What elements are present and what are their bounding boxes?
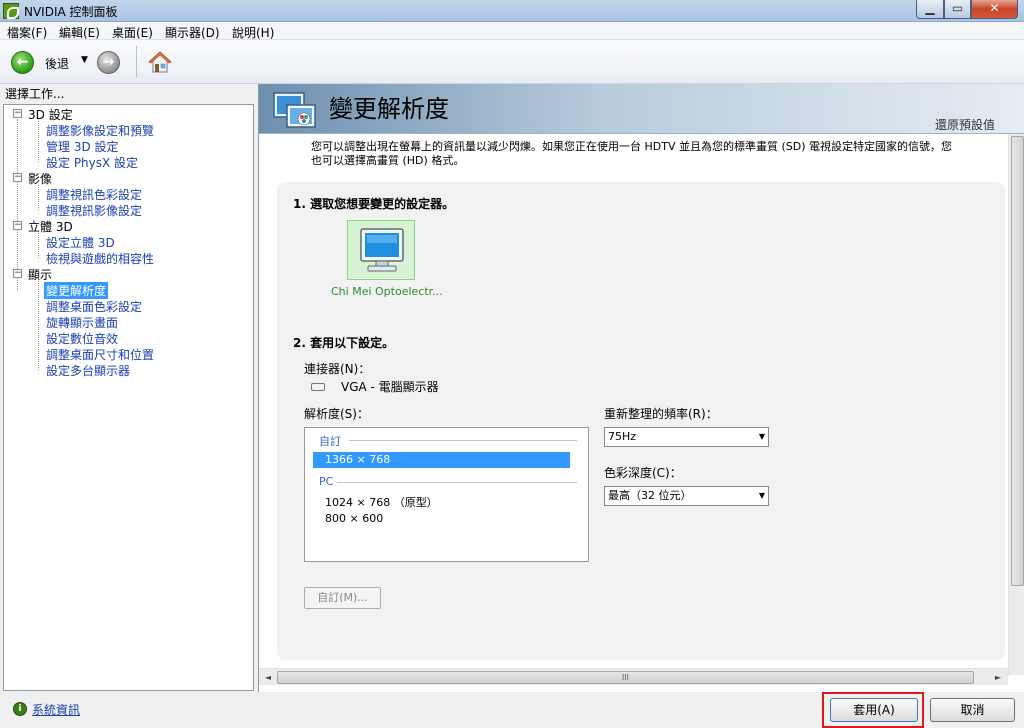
- back-arrow-icon[interactable]: ←: [11, 51, 34, 74]
- toolbar-separator: [136, 46, 137, 78]
- custom-resolution-button[interactable]: 自訂(M)...: [304, 587, 381, 609]
- refresh-rate-label: 重新整理的頻率(R)：: [604, 407, 718, 421]
- toolbar: ← 後退 ▼ →: [0, 40, 1024, 84]
- menu-desktop[interactable]: 桌面(E): [112, 24, 153, 41]
- tree-item-desktop-size[interactable]: 調整桌面尺寸和位置: [46, 346, 154, 363]
- resolution-listbox[interactable]: 自訂 1366 × 768 PC 1024 × 768 （原型） 800 × 6…: [304, 427, 589, 562]
- title-bar: NVIDIA 控制面板 ▁ ▭ ✕: [0, 0, 1024, 22]
- group-header-custom: 自訂: [319, 435, 341, 448]
- tree-item-desktop-color[interactable]: 調整桌面色彩設定: [46, 298, 142, 315]
- content-pane: 變更解析度 還原預設值 您可以調整出現在螢幕上的資訊量以減少閃爍。如果您正在使用…: [258, 84, 1024, 692]
- display-name-label[interactable]: Chi Mei Optoelectr...: [331, 285, 443, 298]
- page-banner: 變更解析度 還原預設值: [259, 84, 1024, 134]
- tree-category-3d-settings[interactable]: 3D 設定: [28, 106, 73, 123]
- tree-item-change-resolution[interactable]: 變更解析度: [44, 282, 109, 299]
- minimize-button[interactable]: ▁: [916, 0, 944, 19]
- display-tile[interactable]: [347, 220, 415, 280]
- tree-item-video-color[interactable]: 調整視訊色彩設定: [46, 186, 142, 203]
- tree-item-game-compat[interactable]: 檢視與遊戲的相容性: [46, 250, 154, 267]
- tree-trunk: [17, 119, 18, 291]
- horizontal-scrollbar[interactable]: ◄ III ►: [259, 668, 1008, 685]
- tree-branch: [38, 121, 39, 162]
- resolution-option[interactable]: 1366 × 768: [313, 452, 570, 468]
- menu-edit[interactable]: 編輯(E): [59, 24, 100, 41]
- back-button-label[interactable]: 後退: [45, 55, 69, 72]
- task-pane-header: 選擇工作...: [5, 87, 65, 101]
- color-depth-select[interactable]: 最高（32 位元）: [604, 486, 769, 506]
- vertical-scroll-thumb[interactable]: [1011, 136, 1024, 586]
- task-pane: 選擇工作... − 3D 設定 調整影像設定和預覽 管理 3D 設定 設定 Ph…: [0, 84, 256, 692]
- resolution-label: 解析度(S)：: [304, 407, 369, 421]
- page-description: 您可以調整出現在螢幕上的資訊量以減少閃爍。如果您正在使用一台 HDTV 並且為您…: [311, 140, 953, 167]
- resolution-option[interactable]: 800 × 600: [325, 512, 383, 525]
- home-icon[interactable]: [148, 50, 172, 74]
- step-2-heading: 2. 套用以下設定。: [293, 336, 395, 350]
- collapse-toggle-icon[interactable]: −: [13, 173, 22, 182]
- display-settings-icon: [273, 92, 316, 128]
- info-icon: i: [13, 702, 27, 716]
- refresh-rate-select[interactable]: 75Hz: [604, 427, 769, 447]
- tree-item-multi-display[interactable]: 設定多台顯示器: [46, 362, 130, 379]
- group-header-pc: PC: [319, 475, 334, 488]
- collapse-toggle-icon[interactable]: −: [13, 221, 22, 230]
- resolution-option[interactable]: 1024 × 768 （原型）: [325, 494, 438, 510]
- apply-button[interactable]: 套用(A): [830, 698, 918, 722]
- vga-connector-icon: [311, 383, 325, 391]
- menu-bar: 檔案(F) 編輯(E) 桌面(E) 顯示器(D) 說明(H): [0, 22, 1024, 40]
- menu-help[interactable]: 說明(H): [232, 24, 274, 41]
- tree-item-video-image[interactable]: 調整視訊影像設定: [46, 202, 142, 219]
- system-info-link[interactable]: 系統資訊: [32, 701, 80, 718]
- restore-defaults-link[interactable]: 還原預設值: [935, 116, 995, 133]
- tree-category-display[interactable]: 顯示: [28, 266, 52, 283]
- task-tree: − 3D 設定 調整影像設定和預覽 管理 3D 設定 設定 PhysX 設定 −…: [3, 104, 254, 691]
- settings-box: 1. 選取您想要變更的設定器。 Chi Mei Optoelectr... 2.…: [277, 182, 1005, 660]
- connector-label: 連接器(N)：: [304, 362, 371, 376]
- forward-arrow-icon[interactable]: →: [97, 51, 120, 74]
- color-depth-label: 色彩深度(C)：: [604, 466, 682, 480]
- tree-category-video[interactable]: 影像: [28, 170, 52, 187]
- maximize-button[interactable]: ▭: [944, 0, 971, 19]
- tree-category-stereo-3d[interactable]: 立體 3D: [28, 218, 73, 235]
- menu-display[interactable]: 顯示器(D): [165, 24, 220, 41]
- step-1-heading: 1. 選取您想要變更的設定器。: [293, 197, 455, 211]
- cancel-button[interactable]: 取消: [930, 698, 1015, 722]
- vertical-scrollbar[interactable]: [1008, 134, 1024, 675]
- horizontal-scroll-thumb[interactable]: III: [277, 671, 974, 684]
- nvidia-logo-icon: [3, 3, 19, 19]
- scroll-right-icon[interactable]: ►: [991, 671, 1005, 684]
- tree-branch: [38, 185, 39, 210]
- tree-branch: [38, 281, 39, 370]
- close-button[interactable]: ✕: [971, 0, 1018, 19]
- tree-branch: [38, 233, 39, 258]
- collapse-toggle-icon[interactable]: −: [13, 269, 22, 278]
- history-dropdown-icon[interactable]: ▼: [81, 55, 88, 65]
- bottom-bar: i 系統資訊 套用(A) 取消: [0, 692, 1024, 728]
- menu-file[interactable]: 檔案(F): [7, 24, 47, 41]
- tree-item-manage-3d[interactable]: 管理 3D 設定: [46, 138, 119, 155]
- page-title: 變更解析度: [329, 95, 449, 123]
- tree-item-set-stereo[interactable]: 設定立體 3D: [46, 234, 115, 251]
- monitor-icon: [360, 228, 404, 272]
- window-title: NVIDIA 控制面板: [24, 5, 118, 19]
- scroll-left-icon[interactable]: ◄: [261, 671, 275, 684]
- tree-item-image-settings[interactable]: 調整影像設定和預覽: [46, 122, 154, 139]
- connector-value: VGA - 電腦顯示器: [341, 380, 439, 394]
- tree-item-digital-audio[interactable]: 設定數位音效: [46, 330, 118, 347]
- collapse-toggle-icon[interactable]: −: [13, 109, 22, 118]
- tree-item-physx[interactable]: 設定 PhysX 設定: [46, 154, 138, 171]
- group-divider: [349, 440, 577, 441]
- tree-item-rotate-display[interactable]: 旋轉顯示畫面: [46, 314, 118, 331]
- group-divider: [337, 482, 577, 483]
